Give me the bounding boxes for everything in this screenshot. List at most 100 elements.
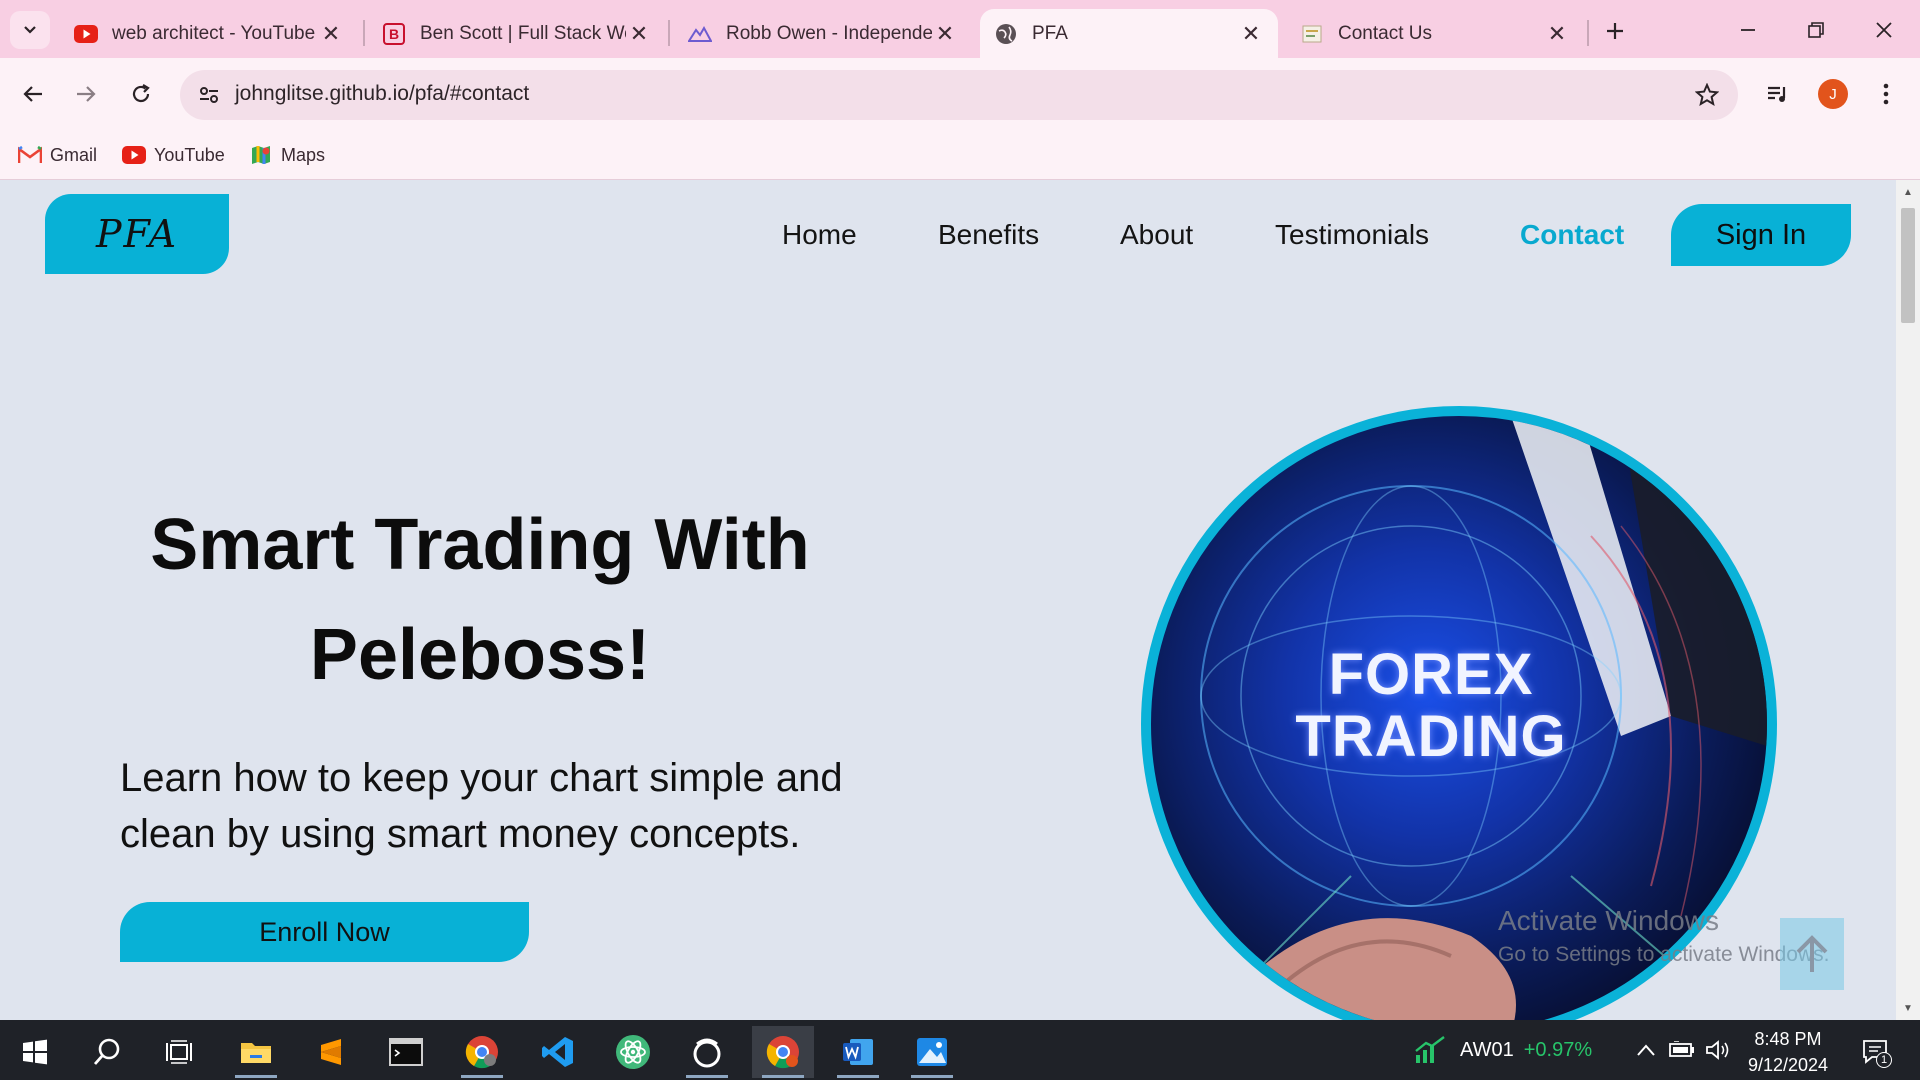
tab-separator bbox=[1587, 20, 1589, 46]
hero-description: Learn how to keep your chart simple and … bbox=[120, 756, 843, 856]
notification-center-button[interactable]: 1 bbox=[1858, 1034, 1892, 1068]
bookmark-gmail[interactable]: Gmail bbox=[18, 138, 97, 172]
arrow-right-icon bbox=[77, 86, 96, 102]
chevron-down-icon bbox=[24, 26, 36, 34]
hero-title: Smart Trading With Peleboss! bbox=[110, 490, 850, 710]
url-text: johnglitse.github.io/pfa/#contact bbox=[235, 82, 530, 105]
close-tab-icon[interactable]: ✕ bbox=[318, 21, 344, 47]
search-button[interactable] bbox=[76, 1026, 138, 1078]
minimize-button[interactable] bbox=[1718, 8, 1778, 52]
atom-icon bbox=[616, 1035, 650, 1069]
bookmark-star-icon[interactable] bbox=[1692, 80, 1722, 110]
scrollbar-thumb[interactable] bbox=[1901, 208, 1915, 323]
stock-ticker-widget[interactable]: AW01 +0.97% bbox=[1414, 1032, 1592, 1068]
sublime-text-button[interactable] bbox=[300, 1026, 362, 1078]
chrome-profile-button[interactable] bbox=[752, 1026, 814, 1078]
arrow-up-icon bbox=[1796, 935, 1828, 972]
youtube-icon bbox=[74, 22, 98, 46]
media-control-button[interactable] bbox=[1758, 74, 1798, 114]
tab-title: web architect - YouTube bbox=[112, 22, 316, 44]
nav-testimonials[interactable]: Testimonials bbox=[1275, 210, 1429, 260]
task-view-icon bbox=[166, 1040, 192, 1064]
image-caption: FOREX TRADING bbox=[1231, 644, 1631, 768]
tab-title: Contact Us bbox=[1338, 22, 1432, 44]
tab-ben-scott[interactable]: B Ben Scott | Full Stack Web ✕ bbox=[368, 9, 666, 58]
bookmark-maps[interactable]: Maps bbox=[249, 138, 325, 172]
address-bar[interactable]: johnglitse.github.io/pfa/#contact bbox=[180, 70, 1738, 120]
notification-count-badge: 1 bbox=[1876, 1052, 1892, 1068]
nav-contact[interactable]: Contact bbox=[1520, 210, 1624, 260]
forward-button[interactable] bbox=[66, 74, 106, 114]
nav-about[interactable]: About bbox=[1120, 210, 1193, 260]
browser-menu-button[interactable] bbox=[1866, 74, 1906, 114]
search-icon bbox=[93, 1038, 120, 1065]
restore-icon bbox=[1808, 22, 1824, 38]
tab-search-button[interactable] bbox=[10, 11, 50, 49]
scroll-down-arrow-icon[interactable]: ▼ bbox=[1902, 1002, 1914, 1014]
file-explorer-button[interactable] bbox=[225, 1026, 287, 1078]
tab-youtube[interactable]: web architect - YouTube ✕ bbox=[60, 9, 358, 58]
atom-button[interactable] bbox=[602, 1026, 664, 1078]
task-view-button[interactable] bbox=[148, 1026, 210, 1078]
bookmark-label: Maps bbox=[281, 144, 326, 165]
word-icon bbox=[843, 1039, 873, 1065]
bookmark-youtube[interactable]: YouTube bbox=[122, 138, 225, 172]
enroll-now-button[interactable]: Enroll Now bbox=[120, 902, 529, 962]
back-button[interactable] bbox=[13, 74, 53, 114]
maps-icon bbox=[249, 144, 273, 166]
web-page: PFA Home Benefits About Testimonials Con… bbox=[0, 180, 1896, 1020]
clock-time: 8:48 PM bbox=[1754, 1029, 1822, 1049]
close-tab-icon[interactable]: ✕ bbox=[1238, 21, 1264, 47]
site-logo[interactable]: PFA bbox=[45, 194, 229, 274]
image-caption-line2: TRADING bbox=[1295, 704, 1567, 769]
battery-indicator[interactable] bbox=[1666, 1034, 1698, 1066]
site-settings-icon[interactable] bbox=[194, 80, 224, 110]
close-tab-icon[interactable]: ✕ bbox=[1544, 21, 1570, 47]
close-icon bbox=[1876, 22, 1892, 38]
new-tab-button[interactable] bbox=[1597, 13, 1633, 49]
bookmark-label: YouTube bbox=[154, 144, 225, 165]
system-clock[interactable]: 8:48 PM 9/12/2024 bbox=[1738, 1026, 1838, 1078]
nav-benefits[interactable]: Benefits bbox=[938, 210, 1039, 260]
nav-home[interactable]: Home bbox=[782, 210, 857, 260]
volume-control[interactable] bbox=[1702, 1034, 1734, 1066]
youtube-icon bbox=[122, 144, 146, 166]
vscode-icon bbox=[542, 1037, 573, 1067]
hero-title-line1: Smart Trading With bbox=[150, 505, 810, 585]
plus-icon bbox=[1607, 23, 1623, 39]
obs-button[interactable] bbox=[676, 1026, 738, 1078]
scroll-to-top-button[interactable] bbox=[1780, 918, 1844, 990]
terminal-icon bbox=[389, 1038, 423, 1066]
show-hidden-icons-button[interactable] bbox=[1630, 1034, 1662, 1066]
close-tab-icon[interactable]: ✕ bbox=[932, 21, 958, 47]
clock-date: 9/12/2024 bbox=[1747, 1055, 1829, 1075]
terminal-button[interactable] bbox=[375, 1026, 437, 1078]
close-tab-icon[interactable]: ✕ bbox=[626, 21, 652, 47]
start-button[interactable] bbox=[4, 1026, 66, 1078]
tab-contact-us[interactable]: Contact Us ✕ bbox=[1286, 9, 1584, 58]
battery-icon bbox=[1669, 1041, 1694, 1057]
folder-icon bbox=[241, 1043, 271, 1063]
tab-pfa[interactable]: PFA ✕ bbox=[980, 9, 1278, 58]
close-window-button[interactable] bbox=[1854, 8, 1914, 52]
vscode-button[interactable] bbox=[527, 1026, 589, 1078]
photos-button[interactable] bbox=[901, 1026, 963, 1078]
bs-logo-icon: B bbox=[382, 22, 406, 46]
chrome-button[interactable] bbox=[451, 1026, 513, 1078]
globe-icon bbox=[994, 22, 1018, 46]
page-scrollbar[interactable]: ▲ ▼ bbox=[1896, 180, 1920, 1020]
ticker-change: +0.97% bbox=[1523, 1038, 1593, 1061]
reload-button[interactable] bbox=[121, 74, 161, 114]
profile-button[interactable]: J bbox=[1813, 74, 1853, 114]
sublime-text-icon bbox=[321, 1039, 341, 1065]
sign-in-button[interactable]: Sign In bbox=[1671, 204, 1851, 266]
photos-icon bbox=[917, 1038, 947, 1066]
tab-robb-owen[interactable]: Robb Owen - Independent ✕ bbox=[674, 9, 972, 58]
restore-button[interactable] bbox=[1786, 8, 1846, 52]
word-button[interactable] bbox=[827, 1026, 889, 1078]
minimize-icon bbox=[1741, 29, 1755, 31]
tab-title: Ben Scott | Full Stack Web bbox=[420, 22, 626, 44]
speaker-icon bbox=[1706, 1040, 1729, 1060]
image-caption-line1: FOREX bbox=[1328, 642, 1534, 707]
scroll-up-arrow-icon[interactable]: ▲ bbox=[1902, 186, 1914, 198]
